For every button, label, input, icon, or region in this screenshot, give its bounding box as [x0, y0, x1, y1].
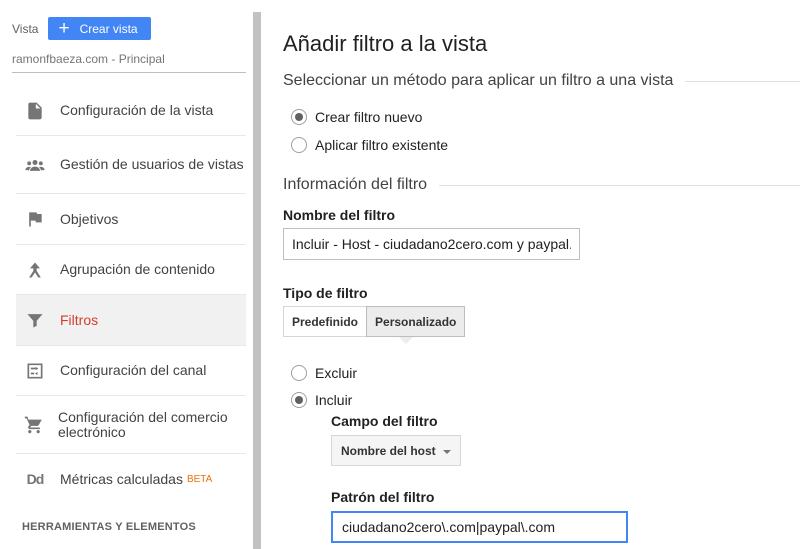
divider: [685, 80, 800, 82]
tab-predefined[interactable]: Predefinido: [283, 306, 368, 337]
radio-include[interactable]: Incluir: [291, 392, 352, 408]
radio-label: Incluir: [315, 392, 353, 408]
method-section-title: Seleccionar un método para aplicar un fi…: [283, 72, 674, 89]
sidebar-scrollbar[interactable]: [253, 12, 261, 549]
filter-field-value: Nombre del host: [341, 443, 436, 458]
view-label: Vista: [12, 21, 39, 36]
divider: [439, 184, 800, 186]
sidebar-item-content-grouping[interactable]: Agrupación de contenido: [16, 245, 246, 295]
radio-label: Aplicar filtro existente: [315, 137, 449, 153]
radio-button[interactable]: [291, 137, 307, 153]
filter-name-input[interactable]: [283, 228, 580, 260]
sidebar-item-label: Objetivos: [60, 210, 119, 227]
caret-down-icon: [443, 450, 451, 454]
sidebar-item-label: Configuración del canal: [60, 362, 207, 378]
sidebar-item-channel-settings[interactable]: Configuración del canal: [16, 346, 246, 396]
sidebar: Vista + Crear vista ramonfbaeza.com - Pr…: [0, 0, 246, 549]
radio-button[interactable]: [291, 365, 307, 381]
tab-pointer: [399, 337, 413, 344]
radio-apply-existing-filter[interactable]: Aplicar filtro existente: [291, 137, 448, 153]
tab-custom[interactable]: Personalizado: [366, 306, 466, 337]
sidebar-item-user-management[interactable]: Gestión de usuarios de vistas: [16, 136, 246, 194]
channel-settings-icon: [24, 360, 46, 382]
tools-section-header: HERRAMIENTAS Y ELEMENTOS: [22, 521, 196, 533]
sidebar-item-label: Métricas calculadas: [60, 470, 183, 487]
filter-field-dropdown[interactable]: Nombre del host: [331, 435, 461, 466]
filter-type-tabs: Predefinido Personalizado: [283, 306, 466, 337]
radio-label: Excluir: [315, 365, 358, 381]
filter-icon: [24, 309, 46, 331]
flag-icon: [24, 208, 46, 230]
main-panel: Añadir filtro a la vista Seleccionar un …: [283, 0, 800, 549]
page-title: Añadir filtro a la vista: [283, 31, 488, 56]
filter-pattern-label: Patrón del filtro: [331, 489, 435, 505]
content-grouping-icon: [24, 259, 46, 281]
sidebar-item-ecommerce-settings[interactable]: Configuración del comercio electrónico: [16, 396, 246, 454]
radio-label: Crear filtro nuevo: [315, 109, 423, 125]
radio-create-new-filter[interactable]: Crear filtro nuevo: [291, 109, 422, 125]
radio-button[interactable]: [291, 392, 307, 408]
radio-exclude[interactable]: Excluir: [291, 365, 357, 381]
beta-badge: BETA: [186, 473, 213, 485]
create-view-label: Crear vista: [79, 21, 138, 36]
sidebar-item-filters[interactable]: Filtros: [16, 295, 246, 346]
method-section-header: Seleccionar un método para aplicar un fi…: [283, 72, 800, 90]
radio-button[interactable]: [291, 109, 307, 125]
view-selector[interactable]: ramonfbaeza.com - Principal: [12, 52, 246, 73]
sidebar-item-label: Gestión de usuarios de vistas: [60, 156, 244, 172]
sidebar-item-goals[interactable]: Objetivos: [16, 194, 246, 245]
filter-pattern-input[interactable]: [331, 511, 628, 543]
info-section-title: Información del filtro: [283, 176, 428, 193]
users-icon: [24, 154, 46, 176]
view-header: Vista + Crear vista: [12, 17, 151, 40]
filter-type-label: Tipo de filtro: [283, 285, 368, 301]
filter-field-label: Campo del filtro: [331, 413, 438, 429]
sidebar-item-calculated-metrics[interactable]: Dd Métricas calculadas BETA: [16, 454, 246, 504]
sidebar-item-label: Configuración del comercio electrónico: [58, 408, 228, 440]
filter-name-label: Nombre del filtro: [283, 207, 396, 223]
plus-icon: +: [58, 18, 70, 39]
document-icon: [24, 100, 46, 122]
info-section-header: Información del filtro: [283, 176, 800, 194]
calculated-metrics-icon: Dd: [26, 471, 45, 487]
sidebar-nav: Configuración de la vista Gestión de usu…: [16, 86, 246, 504]
sidebar-item-view-settings[interactable]: Configuración de la vista: [16, 86, 246, 136]
create-view-button[interactable]: + Crear vista: [48, 17, 151, 40]
sidebar-item-label: Configuración de la vista: [60, 102, 214, 118]
sidebar-item-label: Agrupación de contenido: [60, 261, 215, 277]
shopping-cart-icon: [24, 414, 44, 436]
sidebar-item-label: Filtros: [60, 311, 99, 328]
